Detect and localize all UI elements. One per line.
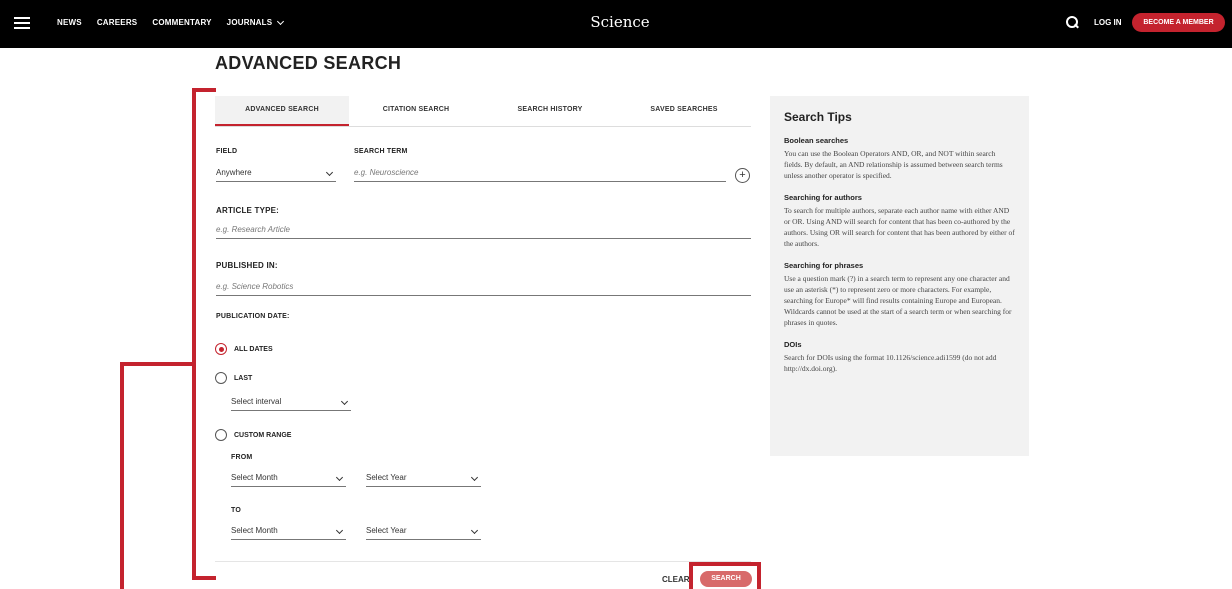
tip-heading-boolean: Boolean searches (784, 136, 849, 145)
to-year-select[interactable]: Select Year (366, 526, 481, 540)
from-label: FROM (231, 454, 253, 461)
annotation-bracket-top (192, 88, 216, 92)
tip-text-authors: To search for multiple authors, separate… (784, 206, 1015, 248)
search-tips-panel: Search Tips Boolean searches You can use… (770, 96, 1029, 456)
tab-advanced-search[interactable]: ADVANCED SEARCH (215, 96, 349, 126)
tip-text-boolean: You can use the Boolean Operators AND, O… (784, 149, 1003, 180)
field-label: FIELD (216, 148, 238, 155)
interval-select[interactable]: Select interval (231, 397, 351, 411)
actions-divider (215, 561, 751, 562)
page-title: ADVANCED SEARCH (215, 53, 402, 73)
article-type-label: ARTICLE TYPE: (216, 206, 280, 215)
chevron-down-icon (277, 17, 285, 25)
published-in-label: PUBLISHED IN: (216, 261, 278, 270)
annotation-line-outer (120, 362, 124, 589)
from-month-select[interactable]: Select Month (231, 473, 346, 487)
top-nav-bar: NEWS CAREERS COMMENTARY JOURNALS Science… (0, 0, 1232, 48)
clear-button[interactable]: CLEAR (662, 575, 690, 584)
become-member-button[interactable]: BECOME A MEMBER (1132, 13, 1225, 32)
annotation-line-outer-top (120, 362, 194, 366)
menu-icon[interactable] (14, 17, 30, 29)
annotation-bracket-left (192, 88, 196, 580)
tip-text-dois: Search for DOIs using the format 10.1126… (784, 353, 997, 373)
nav-commentary[interactable]: COMMENTARY (152, 18, 211, 27)
radio-all-dates[interactable] (215, 343, 227, 355)
radio-last[interactable] (215, 372, 227, 384)
to-year-value: Select Year (366, 526, 407, 535)
annotation-box-search (689, 562, 761, 589)
to-label: TO (231, 507, 241, 514)
nav-careers[interactable]: CAREERS (97, 18, 138, 27)
tips-title: Search Tips (784, 110, 852, 124)
add-term-icon[interactable]: + (735, 168, 750, 183)
custom-range-label: CUSTOM RANGE (234, 432, 292, 439)
chevron-down-icon (340, 397, 349, 406)
tab-search-history[interactable]: SEARCH HISTORY (483, 96, 617, 126)
field-select-value: Anywhere (216, 168, 252, 177)
article-type-input[interactable]: e.g. Research Article (216, 225, 751, 239)
radio-custom-range[interactable] (215, 429, 227, 441)
interval-select-value: Select interval (231, 397, 282, 406)
chevron-down-icon (325, 168, 334, 177)
published-in-input[interactable]: e.g. Science Robotics (216, 282, 751, 296)
brand-logo[interactable]: Science (580, 13, 660, 31)
nav-news[interactable]: NEWS (57, 18, 82, 27)
to-month-select[interactable]: Select Month (231, 526, 346, 540)
nav-journals[interactable]: JOURNALS (226, 17, 285, 27)
chevron-down-icon (470, 526, 479, 535)
tip-heading-authors: Searching for authors (784, 193, 862, 202)
search-term-label: SEARCH TERM (354, 148, 408, 155)
all-dates-label: ALL DATES (234, 346, 273, 353)
primary-nav: NEWS CAREERS COMMENTARY JOURNALS (57, 17, 285, 27)
search-term-input[interactable]: e.g. Neuroscience (354, 168, 726, 182)
chevron-down-icon (335, 473, 344, 482)
login-link[interactable]: LOG IN (1094, 18, 1122, 27)
from-month-value: Select Month (231, 473, 278, 482)
field-select[interactable]: Anywhere (216, 168, 336, 182)
annotation-bracket-bottom (192, 576, 216, 580)
publication-date-label: PUBLICATION DATE: (216, 313, 290, 320)
tip-text-phrases: Use a question mark (?) in a search term… (784, 274, 1012, 327)
to-month-value: Select Month (231, 526, 278, 535)
search-icon[interactable] (1066, 16, 1078, 28)
from-year-value: Select Year (366, 473, 407, 482)
search-tabs: ADVANCED SEARCH CITATION SEARCH SEARCH H… (215, 96, 751, 127)
tip-heading-dois: DOIs (784, 340, 802, 349)
tab-saved-searches[interactable]: SAVED SEARCHES (617, 96, 751, 126)
tab-citation-search[interactable]: CITATION SEARCH (349, 96, 483, 126)
last-label: LAST (234, 375, 253, 382)
nav-journals-label: JOURNALS (226, 18, 273, 27)
chevron-down-icon (335, 526, 344, 535)
from-year-select[interactable]: Select Year (366, 473, 481, 487)
chevron-down-icon (470, 473, 479, 482)
tip-heading-phrases: Searching for phrases (784, 261, 864, 270)
